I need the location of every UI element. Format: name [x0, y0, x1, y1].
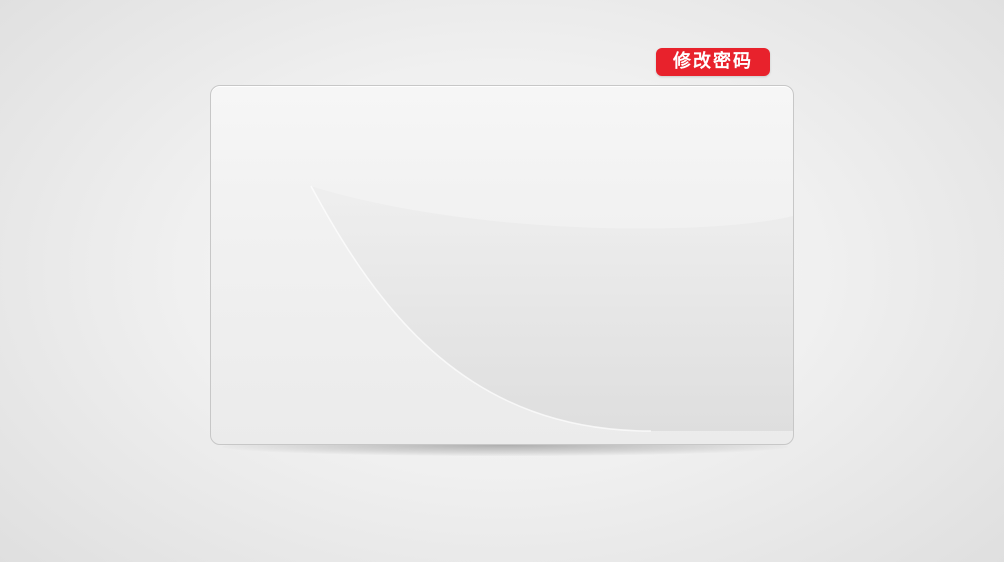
- change-password-panel: [210, 85, 794, 445]
- panel-swoosh-decoration: [310, 185, 793, 432]
- change-password-tab[interactable]: 修改密码: [656, 48, 770, 76]
